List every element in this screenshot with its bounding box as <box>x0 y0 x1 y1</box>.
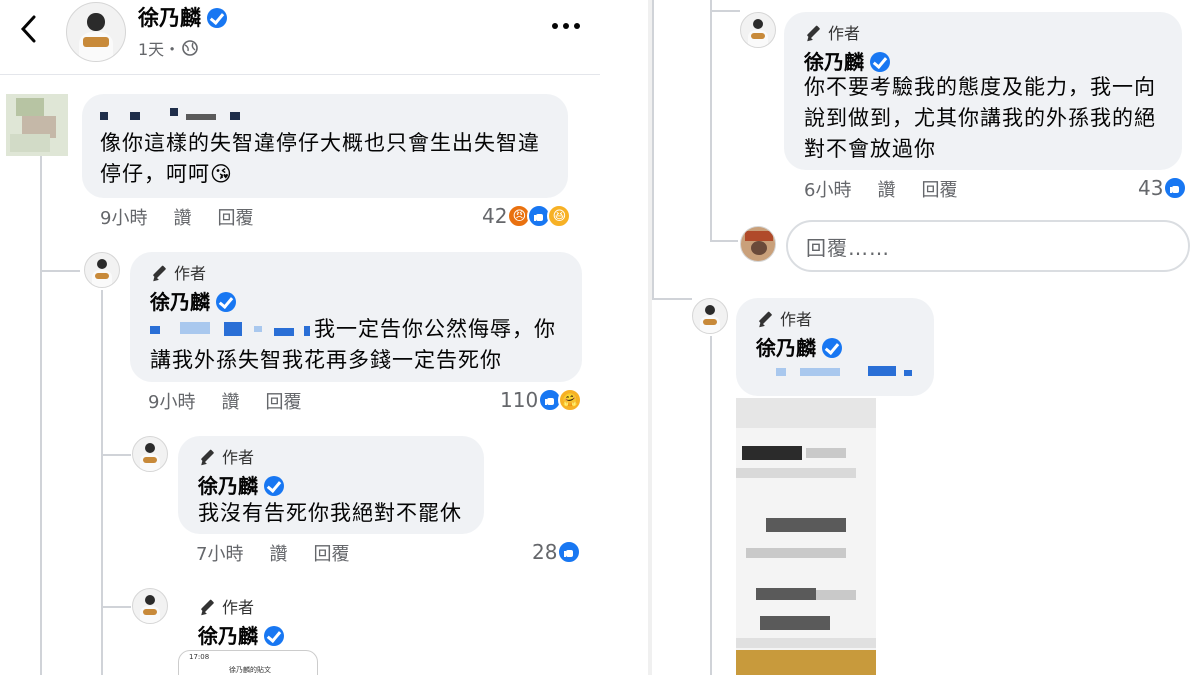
right-screenshot-panel: 作者 徐乃麟 你不要考驗我的態度及能力，我一向說到做到，尤其你講我的外孫我的絕對… <box>652 0 1200 675</box>
comment-author-name[interactable]: 徐乃麟 <box>198 624 284 648</box>
verified-badge-icon <box>264 626 284 646</box>
screenshot-status-time: 17:08 <box>189 653 210 661</box>
verified-badge-icon <box>207 8 227 28</box>
comment-text: 你不要考驗我的態度及能力，我一向說到做到，尤其你講我的外孫我的絕對不會放過你 <box>804 75 1156 161</box>
verified-badge-icon <box>264 476 284 496</box>
comment-bubble[interactable]: 作者 徐乃麟 <box>736 298 934 396</box>
globe-icon <box>182 40 198 56</box>
pencil-icon <box>198 449 216 467</box>
author-badge: 作者 <box>198 598 254 618</box>
reaction-count: 28 <box>532 540 558 564</box>
comment-actions: 6小時 讚 回覆 <box>804 180 957 202</box>
more-horizontal-icon <box>552 23 580 29</box>
comment-text: 像你這樣的失智違停仔大概也只會生出失智違停仔，呵呵😘 <box>100 131 540 186</box>
comment-time: 9小時 <box>148 392 196 413</box>
attached-screenshot-image[interactable]: 17:08 徐乃麟的貼文 <box>178 650 318 675</box>
commenter-name-pixelated <box>100 108 250 122</box>
thread-connector <box>101 454 131 456</box>
screenshot-header: 徐乃麟的貼文 <box>229 666 271 674</box>
pencil-icon <box>150 265 168 283</box>
author-badge: 作者 <box>804 24 860 44</box>
author-avatar[interactable] <box>132 588 168 624</box>
pixelated-attached-image[interactable] <box>736 398 876 675</box>
pencil-icon <box>756 311 774 329</box>
comment-author-name[interactable]: 徐乃麟 <box>804 50 890 74</box>
thread-connector <box>710 10 740 12</box>
comment-actions: 7小時 讚 回覆 <box>196 544 349 566</box>
reaction-summary[interactable]: 43 <box>1138 176 1188 200</box>
current-user-avatar[interactable] <box>740 226 776 262</box>
header-avatar[interactable] <box>66 2 126 62</box>
comment-time: 7小時 <box>196 544 244 565</box>
author-badge: 作者 <box>150 264 206 284</box>
like-reaction-icon <box>557 540 582 564</box>
header-author-name[interactable]: 徐乃麟 <box>138 6 227 30</box>
thread-line <box>710 0 712 242</box>
reply-input[interactable]: 回覆…… <box>786 220 1190 272</box>
mention-pixelated <box>776 366 926 378</box>
thread-connector <box>101 606 131 608</box>
author-avatar[interactable] <box>132 436 168 472</box>
reply-button[interactable]: 回覆 <box>313 544 349 566</box>
reply-button[interactable]: 回覆 <box>265 392 301 414</box>
thread-line <box>652 0 654 300</box>
author-badge: 作者 <box>756 310 812 330</box>
left-screenshot-panel: 徐乃麟 1天・ 像你這樣的失智違停仔大概也只會生出失智違停仔，呵呵😘 9小時 讚… <box>0 0 648 675</box>
comment-actions: 9小時 讚 回覆 <box>100 208 253 230</box>
haha-reaction-icon: 😆 <box>547 204 572 228</box>
reaction-summary[interactable]: 110 🤗 <box>500 388 583 412</box>
comment-text: 我沒有告死你我絕對不罷休 <box>198 501 462 525</box>
comment-text: 我一定告你公然侮辱，你講我外孫失智我花再多錢一定告死你 <box>150 317 556 372</box>
comment-actions: 9小時 讚 回覆 <box>148 392 301 414</box>
comment-time: 9小時 <box>100 208 148 229</box>
verified-badge-icon <box>822 338 842 358</box>
like-button[interactable]: 讚 <box>221 392 239 414</box>
like-button[interactable]: 讚 <box>877 180 895 202</box>
more-options-button[interactable] <box>548 14 584 38</box>
header-timestamp: 1天・ <box>138 36 198 60</box>
thread-connector <box>710 240 738 242</box>
verified-badge-icon <box>216 292 236 312</box>
author-badge: 作者 <box>198 448 254 468</box>
pencil-icon <box>198 599 216 617</box>
reaction-count: 43 <box>1138 176 1164 200</box>
back-button[interactable] <box>14 12 44 46</box>
care-reaction-icon: 🤗 <box>558 388 583 412</box>
commenter-avatar-pixelated[interactable] <box>6 94 68 156</box>
comment-bubble[interactable]: 像你這樣的失智違停仔大概也只會生出失智違停仔，呵呵😘 <box>82 94 568 198</box>
reaction-count: 110 <box>500 388 539 412</box>
comment-bubble[interactable]: 作者 徐乃麟 你不要考驗我的態度及能力，我一向說到做到，尤其你講我的外孫我的絕對… <box>784 12 1182 170</box>
comment-author-name[interactable]: 徐乃麟 <box>198 474 284 498</box>
comment-author-name[interactable]: 徐乃麟 <box>756 336 842 360</box>
reply-button[interactable]: 回覆 <box>217 208 253 230</box>
author-avatar[interactable] <box>740 12 776 48</box>
like-button[interactable]: 讚 <box>173 208 191 230</box>
author-avatar[interactable] <box>692 298 728 334</box>
header-divider <box>0 74 600 75</box>
reply-button[interactable]: 回覆 <box>921 180 957 202</box>
comment-bubble[interactable]: 作者 徐乃麟 我一定告你公然侮辱，你講我外孫失智我花再多錢一定告死你 <box>130 252 582 382</box>
reaction-summary[interactable]: 42 😠 😆 <box>482 204 572 228</box>
like-button[interactable]: 讚 <box>269 544 287 566</box>
thread-connector <box>652 298 692 300</box>
reaction-count: 42 <box>482 204 508 228</box>
comment-time: 6小時 <box>804 180 852 201</box>
comment-bubble[interactable]: 作者 徐乃麟 我沒有告死你我絕對不罷休 <box>178 436 484 534</box>
pencil-icon <box>804 25 822 43</box>
like-reaction-icon <box>1163 176 1188 200</box>
thread-line <box>710 336 712 675</box>
thread-line <box>101 290 103 675</box>
verified-badge-icon <box>870 52 890 72</box>
thread-line <box>40 150 42 675</box>
comment-author-name[interactable]: 徐乃麟 <box>150 290 236 314</box>
thread-connector <box>40 270 80 272</box>
author-avatar[interactable] <box>84 252 120 288</box>
reaction-summary[interactable]: 28 <box>532 540 582 564</box>
chevron-left-icon <box>20 15 36 43</box>
